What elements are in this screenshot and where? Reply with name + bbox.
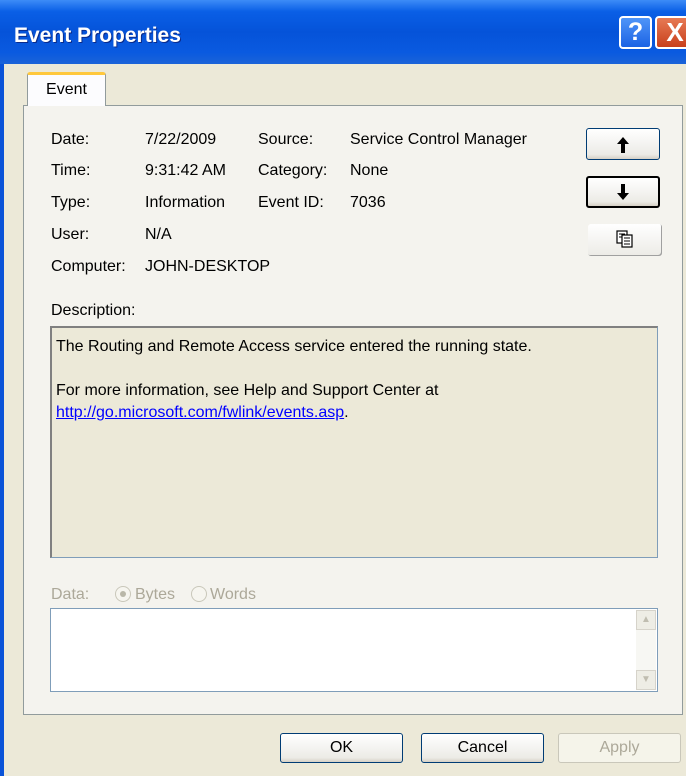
time-label: Time: [51,162,91,179]
category-value: None [350,162,389,179]
date-label: Date: [51,131,90,148]
source-label: Source: [258,131,314,148]
apply-button[interactable]: Apply [558,733,681,763]
computer-label: Computer: [51,258,126,275]
source-value: Service Control Manager [350,131,527,148]
previous-event-button[interactable] [586,128,660,160]
type-value: Information [145,194,226,211]
event-id-label: Event ID: [258,194,324,211]
computer-value: JOHN-DESKTOP [145,258,271,275]
date-value: 7/22/2009 [145,131,217,148]
data-textbox[interactable]: ▲ ▼ [50,608,658,692]
scroll-up-icon[interactable]: ▲ [636,610,656,630]
help-link[interactable]: http://go.microsoft.com/fwlink/events.as… [56,404,344,421]
link-suffix: . [344,404,349,421]
copy-icon [616,230,633,248]
user-value: N/A [145,226,172,243]
category-label: Category: [258,162,328,179]
bytes-radio[interactable] [115,586,131,602]
arrow-up-icon [617,137,629,153]
scroll-down-icon[interactable]: ▼ [636,670,656,690]
words-label: Words [210,586,256,603]
cancel-button[interactable]: Cancel [421,733,544,763]
data-label: Data: [51,586,90,603]
radio-selected-dot [120,591,126,597]
next-event-button[interactable] [586,176,660,208]
description-line-3: http://go.microsoft.com/fwlink/events.as… [56,404,349,422]
description-label: Description: [51,302,136,319]
copy-button[interactable] [588,224,662,256]
close-button[interactable]: X [655,16,686,49]
ok-button[interactable]: OK [280,733,403,763]
user-label: User: [51,226,90,243]
description-line-2: For more information, see Help and Suppo… [56,382,439,399]
title-bar[interactable]: Event Properties ? X [0,0,686,64]
help-button[interactable]: ? [619,16,652,49]
bytes-label: Bytes [135,586,176,603]
data-scrollbar[interactable]: ▲ ▼ [636,610,656,690]
time-value: 9:31:42 AM [145,162,226,179]
arrow-down-icon [617,184,629,200]
description-line-1: The Routing and Remote Access service en… [56,338,532,355]
window-title: Event Properties [14,24,181,47]
words-radio[interactable] [191,586,207,602]
help-icon: ? [627,18,644,46]
close-icon: X [666,17,684,47]
description-textbox[interactable]: The Routing and Remote Access service en… [50,326,658,558]
event-properties-window: Event Properties ? X Event Date: 7/22/20… [0,0,686,776]
tab-event[interactable]: Event [27,72,106,106]
event-id-value: 7036 [350,194,386,211]
type-label: Type: [51,194,91,211]
